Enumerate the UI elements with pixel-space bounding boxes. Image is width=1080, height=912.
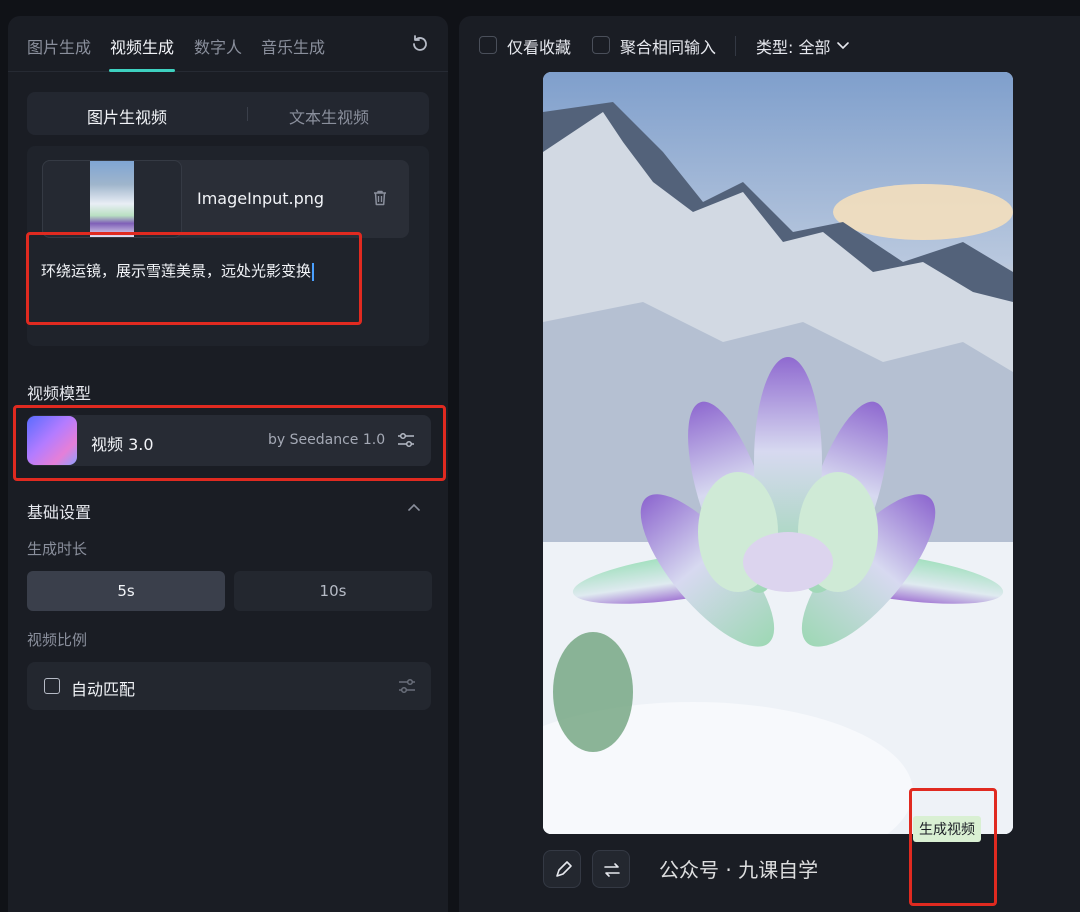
edit-button[interactable] <box>543 850 581 888</box>
duration-label: 生成时长 <box>27 540 88 558</box>
merge-filter-label[interactable]: 聚合相同输入 <box>620 34 716 58</box>
generation-tabs: 图片生成 视频生成 数字人 音乐生成 <box>8 16 448 72</box>
refresh-icon[interactable] <box>410 34 430 54</box>
tab-digital-human[interactable]: 数字人 <box>194 34 242 58</box>
left-panel: 图片生成 视频生成 数字人 音乐生成 图片生视频 文本生视频 ImageInpu… <box>8 16 448 912</box>
right-panel: 仅看收藏 聚合相同输入 类型: 全部 公众号 · 九课自学 生成视频 <box>459 16 1080 912</box>
swap-icon <box>604 863 620 877</box>
mode-image-to-video[interactable]: 图片生视频 <box>87 104 167 128</box>
favorites-checkbox[interactable] <box>479 36 497 54</box>
prompt-input[interactable]: 环绕运镜，展示雪莲美景，远处光影变换 <box>41 260 315 281</box>
regenerate-button[interactable] <box>592 850 630 888</box>
thumbnail-image <box>90 161 134 237</box>
tab-image-generation[interactable]: 图片生成 <box>27 34 91 58</box>
duration-5s-button[interactable]: 5s <box>27 571 225 611</box>
input-area: ImageInput.png 环绕运镜，展示雪莲美景，远处光影变换 <box>27 146 429 346</box>
generated-image-preview[interactable] <box>543 72 1013 834</box>
image-thumbnail[interactable] <box>42 160 182 238</box>
merge-checkbox[interactable] <box>592 36 610 54</box>
basic-settings-title: 基础设置 <box>27 503 92 522</box>
active-tab-indicator <box>109 69 175 72</box>
model-selector[interactable]: 视频 3.0 by Seedance 1.0 <box>27 415 431 466</box>
video-model-title: 视频模型 <box>27 384 92 403</box>
trash-icon[interactable] <box>371 189 389 207</box>
duration-10s-button[interactable]: 10s <box>234 571 432 611</box>
mode-switch: 图片生视频 文本生视频 <box>27 92 429 135</box>
ratio-selector[interactable]: 自动匹配 <box>27 662 431 710</box>
divider <box>247 107 248 121</box>
text-caret <box>312 262 315 281</box>
tab-video-generation[interactable]: 视频生成 <box>110 34 174 58</box>
uploaded-file-card: ImageInput.png <box>42 160 409 238</box>
ratio-value: 自动匹配 <box>71 680 136 699</box>
snow-lotus-image <box>543 72 1013 834</box>
generate-video-tooltip[interactable]: 生成视频 <box>913 816 981 842</box>
ratio-label: 视频比例 <box>27 631 88 649</box>
divider <box>735 36 736 56</box>
favorites-filter-label[interactable]: 仅看收藏 <box>507 34 571 58</box>
watermark: 公众号 · 九课自学 <box>659 858 819 882</box>
type-filter[interactable]: 类型: 全部 <box>756 34 830 58</box>
mode-text-to-video[interactable]: 文本生视频 <box>289 104 369 128</box>
model-name: 视频 3.0 <box>91 435 154 454</box>
file-name: ImageInput.png <box>197 189 325 208</box>
pencil-icon <box>556 861 572 877</box>
aspect-ratio-icon <box>44 678 60 694</box>
model-provider: by Seedance 1.0 <box>268 432 386 448</box>
sliders-icon[interactable] <box>397 676 417 696</box>
prompt-text: 环绕运镜，展示雪莲美景，远处光影变换 <box>41 262 312 280</box>
tab-music-generation[interactable]: 音乐生成 <box>261 34 325 58</box>
chevron-down-icon[interactable] <box>836 38 850 52</box>
model-icon <box>27 416 77 465</box>
sliders-icon[interactable] <box>396 430 416 450</box>
chevron-up-icon[interactable] <box>406 500 422 516</box>
